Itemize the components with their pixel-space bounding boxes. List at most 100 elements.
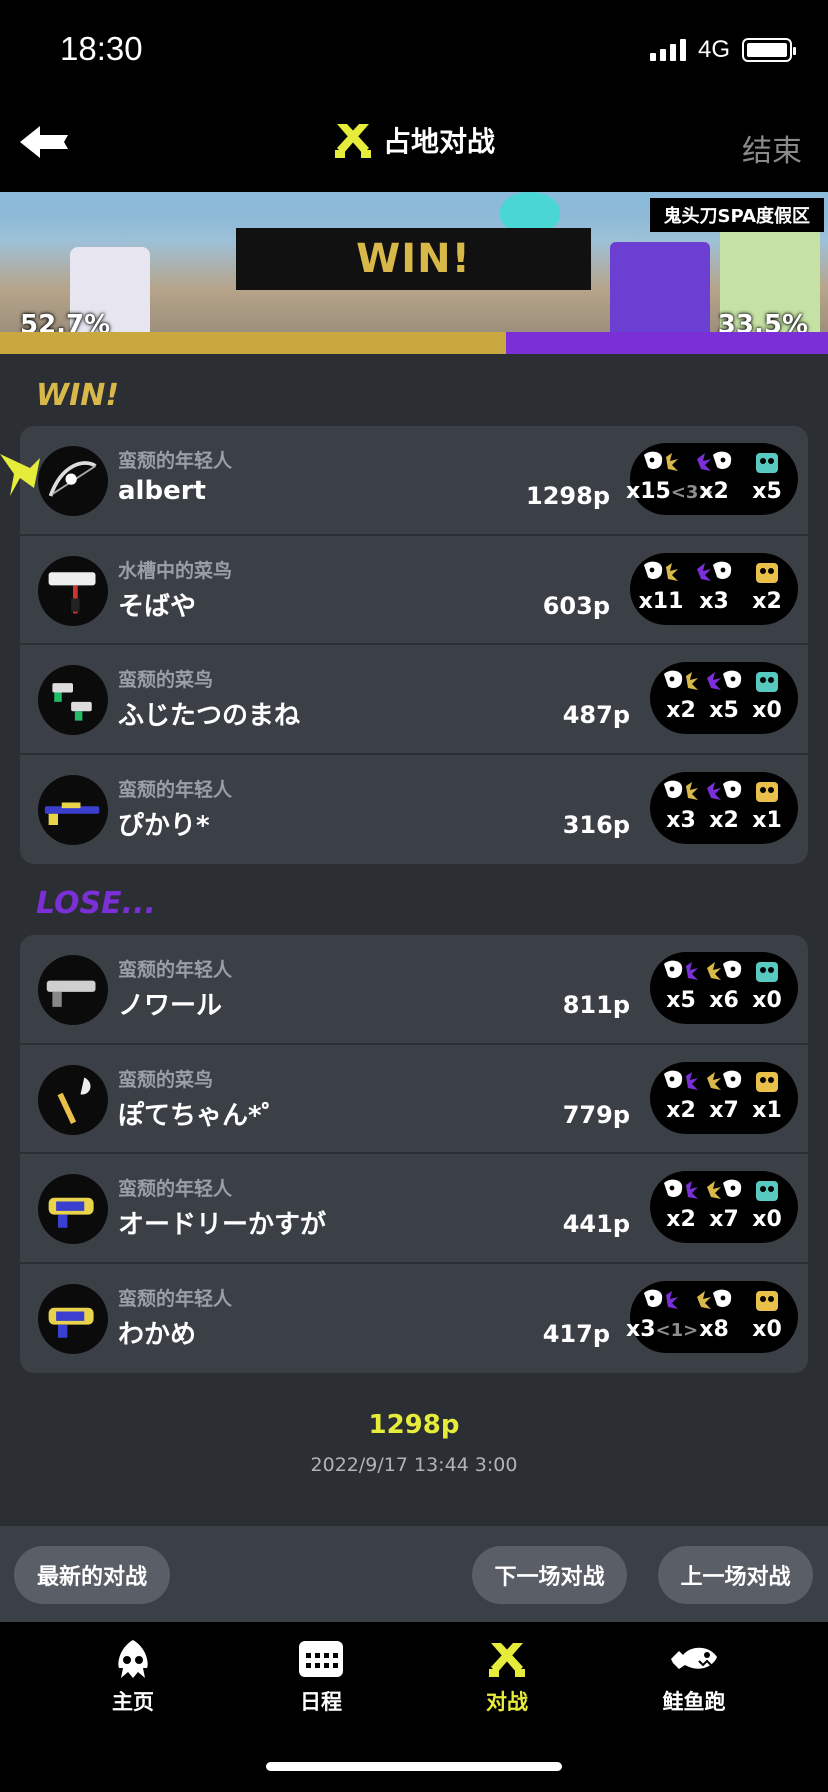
player-stats: x2 x7 x1 — [650, 1061, 798, 1134]
status-icons: 4G — [649, 36, 796, 64]
self-pointer-icon — [0, 454, 40, 496]
special-count: x0 — [752, 988, 782, 1013]
result-box: WIN! — [236, 228, 591, 290]
player-name: ぴかり* — [118, 810, 210, 841]
latest-battle-button[interactable]: 最新的对战 — [14, 1546, 170, 1604]
calendar-icon — [296, 1638, 346, 1680]
player-name: ぽてちゃん*゜ — [118, 1100, 288, 1131]
tab-salmon-run[interactable]: 鲑鱼跑 — [624, 1638, 764, 1716]
player-row[interactable]: 蛮颓的年轻人ノワール 811p x5 x6 x0 — [20, 935, 808, 1045]
player-points: 779p — [562, 1100, 630, 1129]
page-title: 占地对战 — [382, 125, 495, 158]
player-stats: x2 x7 x0 — [650, 1171, 798, 1243]
kill-count: x15 — [626, 479, 671, 504]
tab-label: 鲑鱼跑 — [662, 1690, 726, 1714]
network-type: 4G — [697, 36, 730, 63]
special-count: x5 — [752, 479, 782, 504]
player-title: 蛮颓的菜鸟 — [118, 1068, 214, 1091]
salmon-icon — [669, 1638, 719, 1680]
ink-ratio-bar — [0, 332, 828, 354]
special-count: x0 — [752, 1316, 782, 1342]
player-name: albert — [118, 476, 206, 506]
player-row[interactable]: 蛮颓的年轻人 albert 1298p x15<3> x2 x5 — [20, 426, 808, 536]
signal-icon — [649, 39, 686, 61]
player-name: ノワール — [118, 991, 223, 1021]
lose-team-list: 蛮颓的年轻人 ノワール 811p x5 x6 x0 蛮颓的菜鸟 ぽてちゃん*゜ 779p x2 x7… — [20, 935, 808, 1373]
player-points: 603p — [542, 591, 610, 620]
player-name: ふじたつのまね — [118, 701, 301, 731]
nav-title-group: 占地对战 — [0, 120, 828, 160]
result-banner: WIN! 鬼头刀SPA度假区 52.7% 33.5% — [0, 192, 828, 354]
status-time: 18:30 — [60, 30, 143, 67]
tab-label: 主页 — [112, 1690, 154, 1714]
tab-home[interactable]: 主页 — [63, 1638, 203, 1716]
player-title: 蛮颓的年轻人 — [118, 450, 233, 472]
blaster-weapon-icon — [38, 1283, 108, 1354]
win-team-label: WIN! — [36, 378, 120, 413]
dualies-weapon-icon — [38, 665, 108, 735]
player-points: 441p — [562, 1210, 630, 1238]
tab-schedule[interactable]: 日程 — [251, 1638, 391, 1716]
nav-bar: 占地对战 结束 — [0, 100, 828, 192]
player-title: 蛮颓的年轻人 — [118, 1178, 233, 1200]
player-name: そばや — [118, 591, 197, 622]
roller-weapon-icon — [38, 555, 108, 626]
battle-icon — [334, 124, 371, 158]
special-count: x1 — [752, 807, 782, 833]
player-stats: x11 x3 x2 — [630, 552, 798, 625]
kill-count: x11 — [638, 588, 684, 614]
player-points: 1298p — [526, 482, 610, 510]
status-bar: 18:30 4G — [0, 0, 828, 100]
bow-weapon-icon — [38, 446, 108, 516]
player-points: 316p — [562, 810, 630, 839]
player-stats: x5 x6 x0 — [650, 952, 798, 1024]
battery-icon — [742, 38, 796, 62]
charger-weapon-icon — [38, 774, 108, 845]
win-team-list: 蛮颓的年轻人 albert 1298p x15<3> x2 x5 水槽中的菜鸟 そばや 603p… — [20, 426, 808, 864]
player-title: 蛮颓的年轻人 — [118, 1287, 233, 1310]
player-row[interactable]: 水槽中的菜鸟そばや 603p x11 x3 x2 — [20, 536, 808, 645]
lose-ink-fill — [505, 332, 828, 354]
result-text: WIN! — [356, 236, 471, 282]
tab-battle[interactable]: 对战 — [437, 1638, 577, 1716]
player-title: 蛮颓的菜鸟 — [118, 669, 214, 691]
battle-detail: WIN! 蛮颓的年轻人 albert 1298p x15<3> x2 x5 水槽中的菜鸟 そば… — [0, 354, 828, 1526]
player-title: 蛮颓的年轻人 — [118, 959, 233, 981]
player-title: 水槽中的菜鸟 — [118, 559, 233, 582]
battle-icon — [482, 1638, 532, 1680]
player-row[interactable]: 蛮颓的年轻人わかめ 417p x3<1> x8 x0 — [20, 1264, 808, 1374]
win-ink-fill — [0, 332, 506, 354]
player-points: 417p — [542, 1319, 610, 1348]
player-points: 811p — [562, 991, 630, 1019]
prev-battle-button[interactable]: 上一场对战 — [658, 1546, 813, 1604]
battle-datetime: 2022/9/17 13:44 3:00 — [310, 1454, 518, 1476]
player-stats: x3<1> x8 x0 — [626, 1280, 798, 1353]
stage-name: 鬼头刀SPA度假区 — [649, 198, 824, 232]
player-row[interactable]: 蛮颓的年轻人ぴかり* 316p x3 x2 x1 — [20, 755, 808, 865]
squid-home-icon — [108, 1638, 158, 1680]
next-battle-button[interactable]: 下一场对战 — [472, 1546, 627, 1604]
lose-team-label: LOSE... — [36, 886, 156, 921]
blaster-weapon-icon — [38, 1174, 108, 1244]
end-button[interactable]: 结束 — [742, 126, 802, 170]
special-count: x2 — [752, 588, 782, 614]
kill-count: x3 — [626, 1316, 656, 1342]
special-count: x0 — [752, 698, 782, 723]
shooter-weapon-icon — [38, 955, 108, 1025]
summary-points: 1298p — [368, 1410, 460, 1440]
player-stats: x2 x5 x0 — [650, 662, 798, 734]
player-row[interactable]: 蛮颓的菜鸟ぽてちゃん*゜ 779p x2 x7 x1 — [20, 1045, 808, 1154]
player-row[interactable]: 蛮颓的年轻人オードリーかすが 441p x2 x7 x0 — [20, 1154, 808, 1264]
player-stats: x3 x2 x1 — [650, 771, 798, 844]
home-indicator[interactable] — [266, 1762, 562, 1771]
battle-nav-actions: 最新的对战 下一场对战 上一场对战 — [0, 1526, 828, 1622]
tab-label: 对战 — [486, 1690, 528, 1714]
player-name: オードリーかすが — [118, 1210, 327, 1240]
player-name: わかめ — [118, 1319, 197, 1350]
tab-label: 日程 — [300, 1690, 342, 1714]
player-row[interactable]: 蛮颓的菜鸟ふじたつのまね 487p x2 x5 x0 — [20, 645, 808, 755]
player-points: 487p — [562, 701, 630, 729]
brush-weapon-icon — [38, 1064, 108, 1135]
player-title: 蛮颓的年轻人 — [118, 778, 233, 801]
special-count: x0 — [752, 1207, 782, 1232]
